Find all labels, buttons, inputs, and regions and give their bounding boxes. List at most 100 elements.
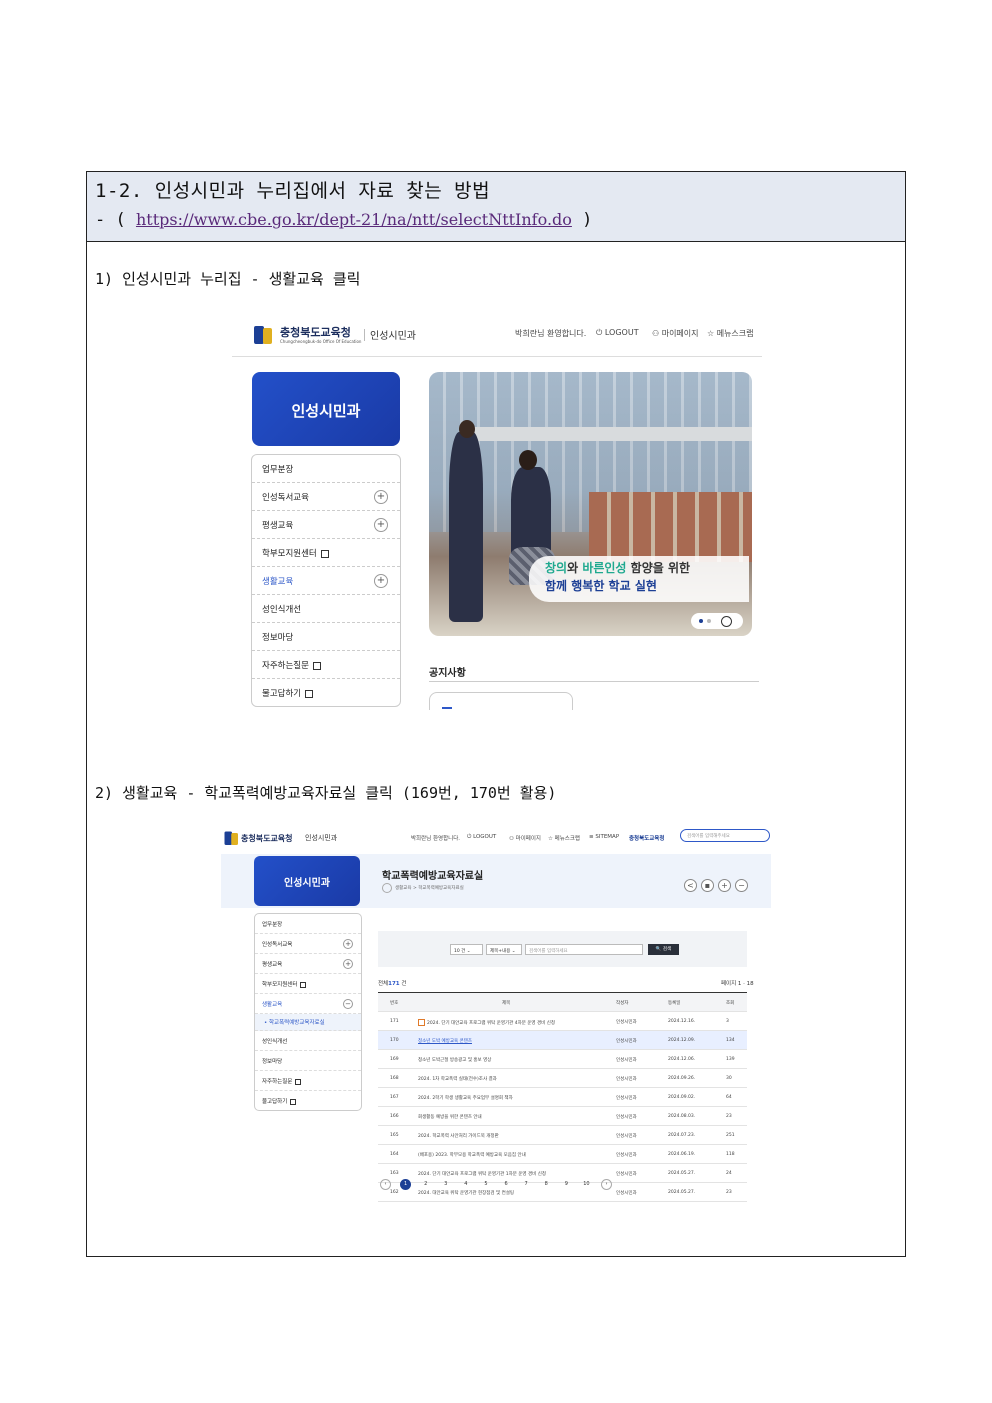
logout-link[interactable]: ⏻ LOGOUT (596, 328, 639, 338)
menu-item-qna[interactable]: 물고답하기 (255, 1091, 361, 1110)
home-icon[interactable] (382, 883, 392, 893)
page-link[interactable]: 2 (420, 1179, 431, 1190)
table-row[interactable]: 164 (배포용) 2023. 학부모용 학교폭력 예방교육 모음집 안내 인성시민… (378, 1145, 747, 1164)
next-page-icon[interactable]: › (601, 1179, 613, 1190)
menu-item-lifelong[interactable]: 평생교육 + (255, 954, 361, 974)
menu-item-reading[interactable]: 인성독서교육 + (252, 483, 400, 511)
cell-views: 64 (726, 1095, 732, 1100)
site-logo-text[interactable]: 충청북도교육청 (241, 833, 293, 844)
notice-card[interactable] (429, 692, 573, 710)
doc-url-link[interactable]: https://www.cbe.go.kr/dept-21/na/ntt/sel… (136, 210, 572, 229)
plus-icon[interactable]: + (374, 574, 388, 588)
table-row[interactable]: 166 회생활동 예방을 위한 콘텐츠 안내 인성시민과 2024.08.03. 23 (378, 1107, 747, 1126)
minus-icon[interactable]: − (343, 999, 353, 1009)
screenshot-homepage: 충청북도교육청 Chungcheongbuk-do Office Of Educ… (232, 312, 762, 710)
table-row[interactable]: 168 2024. 1차 학교폭력 실태(전수)조사 결과 인성시민과 2024.09… (378, 1069, 747, 1088)
search-button[interactable]: 🔍 검색 (648, 944, 679, 955)
menu-item-parents-center[interactable]: 학부모지원센터 (252, 539, 400, 567)
sitemap-link[interactable]: ≡ SITEMAP (589, 834, 619, 840)
field-select[interactable]: 제목+내용 ⌄ (486, 944, 522, 955)
notice-divider (429, 681, 759, 682)
cbe-home-link[interactable]: 충청북도교육청 (629, 834, 664, 842)
cell-views: 134 (726, 1038, 735, 1043)
menu-label: 인성독서교육 (262, 493, 309, 503)
table-row[interactable]: 169 청소년 도박근절 방송광고 및 홍보 영상 인성시민과 2024.12.06.… (378, 1050, 747, 1069)
cell-title[interactable]: 2024. 단기 대안교육 프로그램 위탁 운영기관 4차분 운영 경비 신청 (418, 1019, 555, 1026)
menu-item-parents-center[interactable]: 학부모지원센터 (255, 974, 361, 994)
page-link-current[interactable]: 1 (400, 1179, 412, 1190)
scrap-link[interactable]: ☆ 메뉴스크랩 (548, 834, 580, 842)
zoom-out-icon[interactable]: − (735, 879, 748, 892)
page-link[interactable]: 10 (581, 1179, 592, 1190)
submenu-item-violence-prevention[interactable]: • 학교폭력예방교육자료실 (255, 1014, 361, 1031)
page-link[interactable]: 7 (521, 1179, 532, 1190)
external-link-icon (312, 661, 321, 670)
table-row[interactable]: 170 청소년 도박 예방교육 콘텐츠 인성시민과 2024.12.09. 134 (378, 1031, 747, 1050)
zoom-in-icon[interactable]: + (718, 879, 731, 892)
dept-name[interactable]: 인성시민과 (370, 327, 416, 342)
menu-item-info[interactable]: 정보마당 (255, 1051, 361, 1071)
dept-name[interactable]: 인성시민과 (305, 833, 337, 843)
cell-no: 166 (390, 1114, 399, 1119)
menu-item-lifelong[interactable]: 평생교육 + (252, 511, 400, 539)
table-row[interactable]: 165 2024. 학교폭력 사안처리 가이드북 개정판 인성시민과 2024.07.… (378, 1126, 747, 1145)
page-link[interactable]: 3 (440, 1179, 451, 1190)
menu-item-life-education[interactable]: 생활교육 + (252, 567, 400, 595)
print-icon[interactable]: ▪ (701, 879, 714, 892)
menu-item-qna[interactable]: 물고답하기 (252, 679, 400, 706)
slide-dot[interactable] (707, 619, 711, 623)
menu-item-life-education[interactable]: 생활교육 − (255, 994, 361, 1014)
menu-item-faq[interactable]: 자주하는질문 (255, 1071, 361, 1091)
scrap-link[interactable]: ☆ 메뉴스크랩 (707, 328, 754, 339)
plus-icon[interactable]: + (374, 518, 388, 532)
cell-title[interactable]: 청소년 도박 예방교육 콘텐츠 (418, 1038, 472, 1044)
prev-page-icon[interactable]: ‹ (379, 1179, 391, 1190)
external-link-icon (305, 689, 314, 698)
table-row[interactable]: 171 2024. 단기 대안교육 프로그램 위탁 운영기관 4차분 운영 경비 … (378, 1012, 747, 1031)
menu-item-duties[interactable]: 업무분장 (255, 914, 361, 934)
board-search-input[interactable]: 검색어를 입력하세요 (525, 944, 643, 955)
plus-icon[interactable]: + (374, 490, 388, 504)
page-link[interactable]: 9 (561, 1179, 572, 1190)
site-logo-text[interactable]: 충청북도교육청 (280, 324, 351, 340)
mypage-link[interactable]: ⚇ 마이페이지 (652, 328, 699, 339)
cell-title[interactable]: 회생활동 예방을 위한 콘텐츠 안내 (418, 1114, 482, 1120)
cell-title[interactable]: 2024. 1차 학교폭력 실태(전수)조사 결과 (418, 1076, 497, 1082)
page-link[interactable]: 4 (460, 1179, 471, 1190)
menu-item-reading[interactable]: 인성독서교육 + (255, 934, 361, 954)
cell-author: 인성시민과 (616, 1134, 637, 1139)
pause-icon[interactable] (721, 616, 732, 627)
cell-title[interactable]: 2024. 학교폭력 사안처리 가이드북 개정판 (418, 1133, 499, 1139)
cell-views: 3 (726, 1019, 729, 1024)
menu-item-awareness[interactable]: 성인식개선 (255, 1031, 361, 1051)
menu-item-duties[interactable]: 업무분장 (252, 455, 400, 483)
slide-dot-active[interactable] (699, 619, 703, 623)
menu-item-faq[interactable]: 자주하는질문 (252, 651, 400, 679)
col-header: 등록일 (668, 1001, 681, 1006)
menu-item-info[interactable]: 정보마당 (252, 623, 400, 651)
site-search-input[interactable]: 검색어를 입력해주세요 (680, 829, 770, 842)
col-header: 작성자 (616, 1001, 629, 1006)
plus-icon[interactable]: + (343, 959, 353, 969)
table-row[interactable]: 167 2024. 2학기 학생 생활교육 주요업무 설명회 책자 인성시민과 202… (378, 1088, 747, 1107)
main-banner[interactable]: 창의와 바른인성 함양을 위한 함께 행복한 학교 실현 (429, 372, 752, 636)
cell-title[interactable]: 2024. 2학기 학생 생활교육 주요업무 설명회 책자 (418, 1095, 513, 1101)
page-link[interactable]: 6 (501, 1179, 512, 1190)
cell-title[interactable]: 청소년 도박근절 방송광고 및 홍보 영상 (418, 1057, 491, 1063)
side-menu: 업무분장 인성독서교육 + 평생교육 + 학부모지원센터 생활교육 − • 학교폭력예… (254, 913, 362, 1111)
count-select[interactable]: 10 건 ⌄ (450, 944, 483, 955)
menu-item-awareness[interactable]: 성인식개선 (252, 595, 400, 623)
page-link[interactable]: 8 (541, 1179, 552, 1190)
pagination: ‹ 1 2 3 4 5 6 7 8 9 10 › (221, 1170, 771, 1190)
cell-date: 2024.09.26. (668, 1076, 696, 1081)
cell-title[interactable]: (배포용) 2023. 학부모용 학교폭력 예방교육 모음집 안내 (418, 1152, 526, 1158)
page-link[interactable]: 5 (480, 1179, 491, 1190)
logout-link[interactable]: ⏻ LOGOUT (467, 834, 496, 841)
cell-author: 인성시민과 (616, 1039, 637, 1044)
cell-date: 2024.12.09. (668, 1038, 696, 1043)
cell-title[interactable]: 2024. 대안교육 위탁 운영기관 현장점검 및 컨설팅 (418, 1190, 514, 1196)
plus-icon[interactable]: + (343, 939, 353, 949)
mypage-link[interactable]: ⚇ 마이페이지 (509, 834, 541, 842)
share-icon[interactable]: < (684, 879, 697, 892)
student-head (459, 420, 475, 438)
